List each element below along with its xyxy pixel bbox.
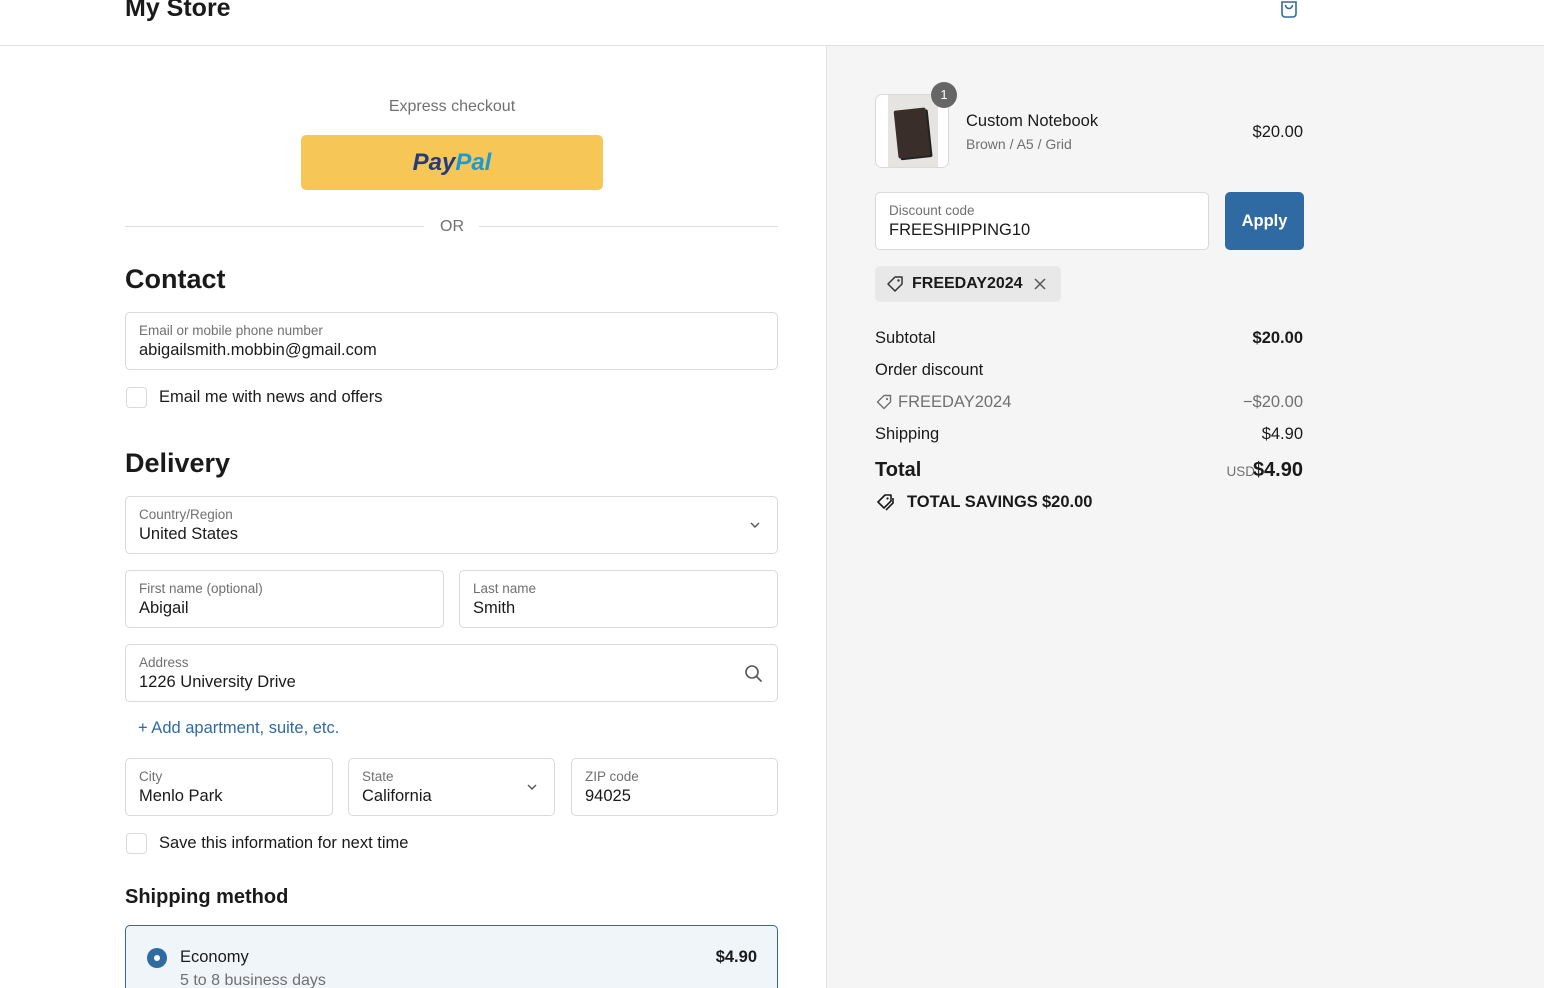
- email-label: Email or mobile phone number: [139, 323, 323, 338]
- zip-value: 94025: [585, 787, 631, 805]
- apply-button[interactable]: Apply: [1225, 192, 1304, 250]
- chevron-down-icon: [750, 522, 760, 528]
- first-name-field[interactable]: First name (optional) Abigail: [125, 570, 444, 628]
- address-field[interactable]: Address 1226 University Drive: [125, 644, 778, 702]
- total-currency: USD: [1226, 464, 1255, 479]
- product-name: Custom Notebook: [966, 112, 1099, 130]
- shipping-value: $4.90: [1261, 425, 1303, 443]
- checkout-form: Express checkout Pay Pal OR Contact Email…: [0, 46, 827, 988]
- discount-code-input[interactable]: Discount code FREESHIPPING10: [875, 192, 1209, 250]
- paypal-logo-part1: Pay: [412, 148, 456, 176]
- store-name[interactable]: My Store: [125, 0, 231, 23]
- order-discount-label: Order discount: [875, 361, 984, 379]
- shipping-label: Shipping: [875, 425, 940, 443]
- save-info-checkbox[interactable]: [126, 833, 147, 854]
- paypal-button[interactable]: Pay Pal: [301, 135, 603, 190]
- delivery-heading: Delivery: [125, 448, 231, 478]
- zip-field[interactable]: ZIP code 94025: [571, 758, 778, 816]
- total-savings-label: TOTAL SAVINGS: [907, 493, 1038, 511]
- shipping-option-name: Economy: [180, 948, 249, 966]
- savings-tag-icon: [877, 494, 894, 511]
- last-name-value: Smith: [473, 599, 516, 617]
- order-summary: 1 Custom Notebook Brown / A5 / Grid $20.…: [827, 46, 1544, 988]
- shipping-option-duration: 5 to 8 business days: [180, 972, 326, 988]
- paypal-logo-part2: Pal: [455, 148, 492, 176]
- state-label: State: [362, 769, 394, 784]
- first-name-value: Abigail: [139, 599, 189, 617]
- first-name-label: First name (optional): [139, 581, 263, 596]
- zip-label: ZIP code: [585, 769, 639, 784]
- discount-code-label: Discount code: [889, 203, 975, 218]
- last-name-field[interactable]: Last name Smith: [459, 570, 778, 628]
- city-value: Menlo Park: [139, 787, 223, 805]
- subtotal-label: Subtotal: [875, 329, 936, 347]
- tag-icon: [876, 394, 892, 410]
- shipping-radio-selected[interactable]: [147, 948, 167, 968]
- contact-heading: Contact: [125, 264, 226, 294]
- or-text: OR: [440, 218, 464, 235]
- discount-line-value: −$20.00: [1242, 393, 1303, 411]
- address-label: Address: [139, 655, 189, 670]
- state-value: California: [362, 787, 432, 805]
- shopping-bag-icon[interactable]: [1278, 0, 1300, 18]
- total-savings-value: $20.00: [1042, 493, 1093, 511]
- save-info-label: Save this information for next time: [159, 834, 409, 852]
- tag-icon: [887, 276, 903, 292]
- last-name-label: Last name: [473, 581, 537, 596]
- newsletter-label: Email me with news and offers: [159, 388, 383, 406]
- total-value: $4.90: [1252, 459, 1303, 481]
- subtotal-value: $20.00: [1252, 329, 1303, 347]
- country-value: United States: [139, 525, 239, 543]
- city-label: City: [139, 769, 163, 784]
- chevron-down-icon: [527, 784, 537, 790]
- email-value: abigailsmith.mobbin@gmail.com: [139, 341, 377, 359]
- product-price: $20.00: [1252, 123, 1303, 141]
- express-checkout-label: Express checkout: [388, 98, 516, 115]
- discount-line-code: FREEDAY2024: [898, 393, 1012, 411]
- address-value: 1226 University Drive: [139, 673, 296, 691]
- discount-code-value: FREESHIPPING10: [889, 221, 1031, 239]
- remove-discount-icon[interactable]: [1032, 276, 1048, 292]
- country-select[interactable]: Country/Region United States: [125, 496, 778, 554]
- total-label: Total: [875, 459, 922, 481]
- notebook-image: [893, 107, 931, 159]
- shipping-option-price: $4.90: [715, 948, 757, 966]
- applied-discount-code: FREEDAY2024: [912, 275, 1023, 292]
- header: My Store: [0, 0, 1544, 46]
- applied-discount-chip: FREEDAY2024: [875, 266, 1061, 302]
- quantity-badge: 1: [931, 82, 957, 108]
- shipping-method-heading: Shipping method: [125, 886, 289, 908]
- newsletter-checkbox[interactable]: [126, 387, 147, 408]
- shipping-option-economy[interactable]: Economy 5 to 8 business days $4.90: [125, 925, 778, 988]
- country-label: Country/Region: [139, 507, 233, 522]
- state-select[interactable]: State California: [348, 758, 555, 816]
- search-icon[interactable]: [744, 664, 763, 683]
- product-variant: Brown / A5 / Grid: [966, 136, 1072, 152]
- add-apartment-link[interactable]: + Add apartment, suite, etc.: [138, 719, 339, 738]
- city-field[interactable]: City Menlo Park: [125, 758, 333, 816]
- email-field[interactable]: Email or mobile phone number abigailsmit…: [125, 312, 778, 370]
